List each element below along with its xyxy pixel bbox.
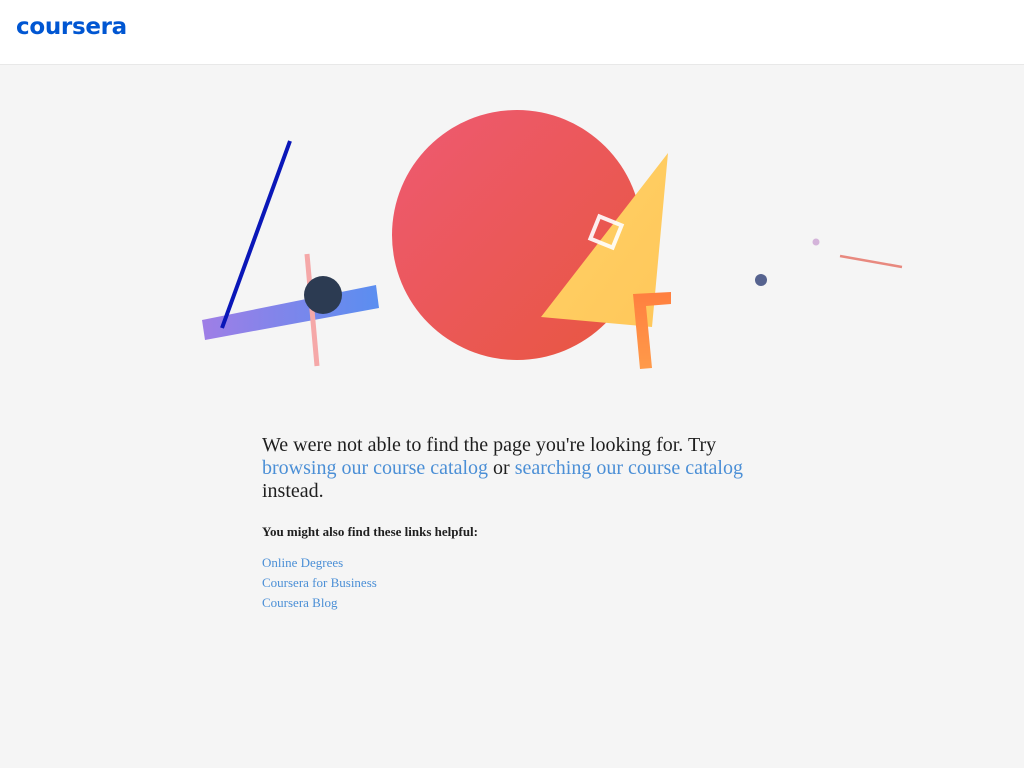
dark-dot-shape	[304, 276, 342, 314]
message-connector: or	[493, 457, 510, 479]
blue-line-shape	[220, 140, 292, 329]
not-found-message: We were not able to find the page you're…	[262, 434, 762, 503]
coursera-logo[interactable]: coursera	[16, 14, 127, 40]
orange-l-shape	[633, 292, 671, 369]
navy-dot-shape	[755, 274, 767, 286]
coursera-for-business-link[interactable]: Coursera for Business	[262, 573, 377, 593]
online-degrees-link[interactable]: Online Degrees	[262, 553, 377, 573]
search-catalog-link[interactable]: searching our course catalog	[515, 457, 743, 479]
lilac-dot-shape	[812, 238, 820, 246]
helpful-links-list: Online Degrees Coursera for Business Cou…	[262, 553, 377, 613]
coursera-blog-link[interactable]: Coursera Blog	[262, 593, 377, 613]
404-illustration	[202, 110, 903, 369]
browse-catalog-link[interactable]: browsing our course catalog	[262, 457, 488, 479]
message-prefix: We were not able to find the page you're…	[262, 434, 717, 456]
message-suffix: instead.	[262, 480, 324, 502]
helpful-links-heading: You might also find these links helpful:	[262, 524, 478, 539]
coral-line-shape	[839, 254, 903, 269]
site-header: coursera	[0, 0, 1024, 65]
